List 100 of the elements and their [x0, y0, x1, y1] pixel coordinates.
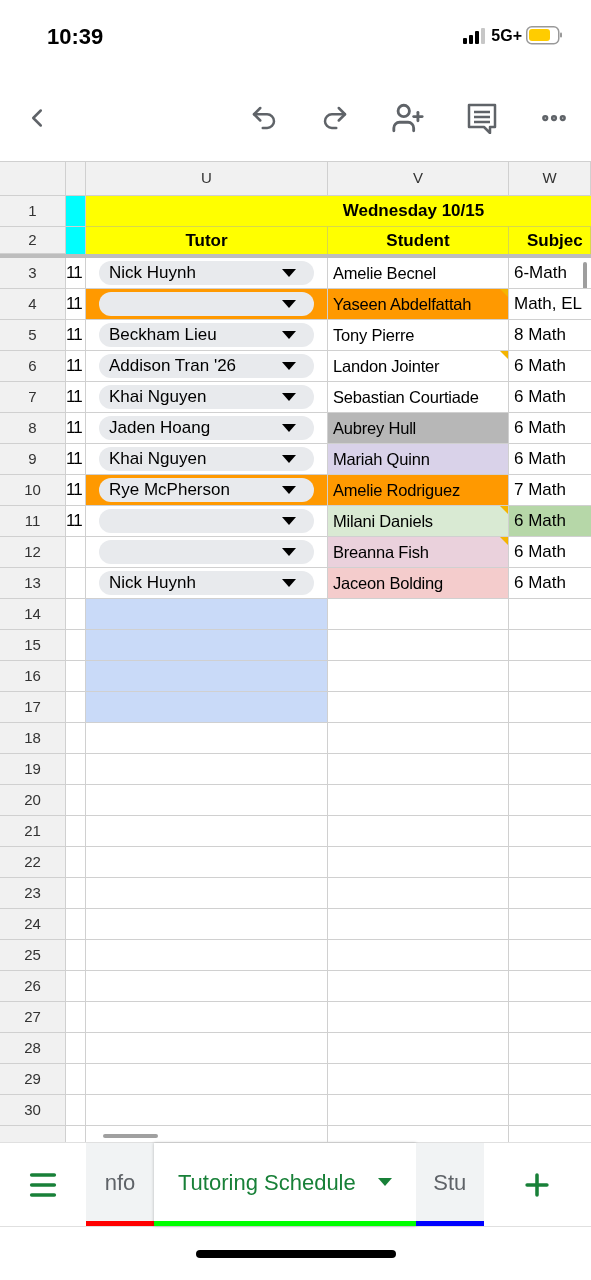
row-number[interactable]: 28	[0, 1033, 66, 1064]
row-number[interactable]: 4	[0, 289, 66, 320]
table-cell: Landon Jointer	[328, 351, 509, 382]
table-cell	[66, 1095, 86, 1126]
table-cell: 11	[66, 289, 86, 320]
row-number[interactable]: 25	[0, 940, 66, 971]
table-cell: Milani Daniels	[328, 506, 509, 537]
table-cell: 11	[66, 351, 86, 382]
column-heading: Tutor	[86, 227, 328, 254]
row-number[interactable]: 7	[0, 382, 66, 413]
scrollbar-handle[interactable]	[583, 262, 587, 288]
table-cell	[66, 1033, 86, 1064]
table-cell	[66, 878, 86, 909]
table-cell	[66, 196, 86, 227]
table-cell: 11	[66, 413, 86, 444]
tutor-dropdown[interactable]: Jaden Hoang	[99, 416, 314, 440]
dropdown-caret-icon	[282, 331, 296, 339]
dropdown-caret-icon	[282, 362, 296, 370]
row-number[interactable]: 16	[0, 661, 66, 692]
table-cell: Jaceon Bolding	[328, 568, 509, 599]
row-number[interactable]: 8	[0, 413, 66, 444]
comment-icon[interactable]	[466, 102, 498, 134]
table-cell: 6 Math	[509, 506, 591, 537]
column-heading: Subjec	[509, 227, 591, 254]
table-cell	[66, 971, 86, 1002]
tutor-dropdown[interactable]: Addison Tran '26	[99, 354, 314, 378]
row-number[interactable]: 14	[0, 599, 66, 630]
day-heading: Wednesday 10/15	[86, 196, 591, 227]
dropdown-caret-icon	[282, 486, 296, 494]
table-cell	[66, 847, 86, 878]
dropdown-caret-icon	[282, 269, 296, 277]
row-number[interactable]: 11	[0, 506, 66, 537]
row-number[interactable]: 19	[0, 754, 66, 785]
dropdown-caret-icon	[282, 300, 296, 308]
sheet-tab[interactable]: Tutoring Schedule	[154, 1143, 416, 1226]
table-cell	[66, 692, 86, 723]
table-cell	[66, 1002, 86, 1033]
row-number[interactable]: 30	[0, 1095, 66, 1126]
table-cell: Amelie Rodriguez	[328, 475, 509, 506]
table-cell: Amelie Becnel	[328, 258, 509, 289]
row-number[interactable]: 2	[0, 227, 66, 254]
row-number[interactable]: 18	[0, 723, 66, 754]
sheet-tab[interactable]: nfo	[86, 1143, 154, 1226]
tutor-dropdown[interactable]: Khai Nguyen	[99, 385, 314, 409]
table-cell	[66, 1064, 86, 1095]
row-number[interactable]: 29	[0, 1064, 66, 1095]
table-cell: 11	[66, 506, 86, 537]
row-number[interactable]: 22	[0, 847, 66, 878]
dropdown-caret-icon	[282, 548, 296, 556]
row-number[interactable]: 10	[0, 475, 66, 506]
tutor-dropdown[interactable]: Khai Nguyen	[99, 447, 314, 471]
battery-icon	[526, 26, 563, 46]
row-number[interactable]: 17	[0, 692, 66, 723]
network-label: 5G+	[491, 26, 522, 46]
tutor-dropdown[interactable]: Rye McPherson	[99, 478, 314, 502]
table-cell: Yaseen Abdelfattah	[328, 289, 509, 320]
table-cell: Tony Pierre	[328, 320, 509, 351]
row-number[interactable]: 15	[0, 630, 66, 661]
row-number[interactable]: 20	[0, 785, 66, 816]
row-number[interactable]: 6	[0, 351, 66, 382]
add-person-icon[interactable]	[391, 101, 425, 135]
table-cell: 11	[66, 475, 86, 506]
row-number[interactable]: 27	[0, 1002, 66, 1033]
row-number[interactable]: 5	[0, 320, 66, 351]
row-number[interactable]: 24	[0, 909, 66, 940]
column-heading: Student	[328, 227, 509, 254]
tab-menu-caret-icon	[377, 1178, 392, 1186]
dropdown-caret-icon	[282, 455, 296, 463]
dropdown-caret-icon	[282, 517, 296, 525]
table-cell	[66, 754, 86, 785]
signal-icon	[463, 28, 488, 44]
row-number[interactable]: 12	[0, 537, 66, 568]
tutor-dropdown[interactable]: Nick Huynh	[99, 571, 314, 595]
table-cell: Breanna Fish	[328, 537, 509, 568]
table-cell	[66, 940, 86, 971]
dropdown-caret-icon	[282, 579, 296, 587]
row-number[interactable]: 1	[0, 196, 66, 227]
row-number[interactable]: 9	[0, 444, 66, 475]
table-cell: 11	[66, 320, 86, 351]
tutor-dropdown[interactable]: Beckham Lieu	[99, 323, 314, 347]
row-number[interactable]: 21	[0, 816, 66, 847]
tutor-dropdown[interactable]: Nick Huynh	[99, 261, 314, 285]
table-cell: Sebastian Courtiade	[328, 382, 509, 413]
table-cell	[66, 723, 86, 754]
horizontal-scrollbar[interactable]	[103, 1134, 158, 1138]
dropdown-caret-icon	[282, 393, 296, 401]
table-cell: Aubrey Hull	[328, 413, 509, 444]
row-number[interactable]: 13	[0, 568, 66, 599]
status-time: 10:39	[47, 22, 104, 51]
table-cell	[66, 785, 86, 816]
table-cell: 11	[66, 444, 86, 475]
table-cell	[66, 599, 86, 630]
sheet-tab[interactable]: Stu	[415, 1143, 484, 1226]
row-number[interactable]: 26	[0, 971, 66, 1002]
table-cell: 11	[66, 258, 86, 289]
table-cell	[66, 909, 86, 940]
row-number[interactable]: 23	[0, 878, 66, 909]
table-cell	[66, 816, 86, 847]
row-number[interactable]: 3	[0, 258, 66, 289]
table-cell	[66, 227, 86, 254]
